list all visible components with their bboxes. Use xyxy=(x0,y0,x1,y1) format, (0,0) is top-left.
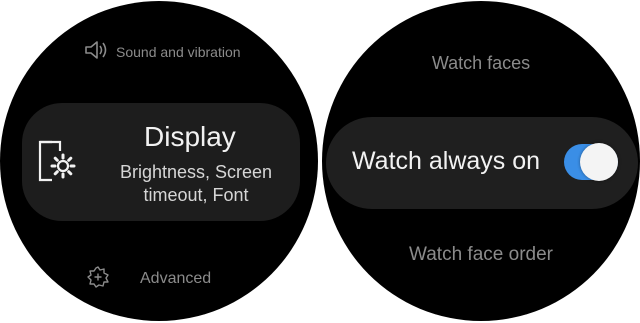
watch-face-order-item[interactable]: Watch face order xyxy=(322,244,640,266)
watch-always-on-toggle[interactable] xyxy=(564,143,618,181)
watch-always-on-label: Watch always on xyxy=(352,147,541,175)
watch-screen-settings: Sound and vibration Display Brightness, … xyxy=(0,1,318,321)
sound-and-vibration-label: Sound and vibration xyxy=(116,44,241,60)
advanced-label: Advanced xyxy=(140,270,212,287)
display-settings-icon xyxy=(36,139,78,183)
display-title: Display xyxy=(144,121,236,152)
watch-faces-item[interactable]: Watch faces xyxy=(322,53,640,74)
speaker-icon xyxy=(84,40,108,65)
watch-always-on-item[interactable]: Watch always on xyxy=(326,117,638,209)
display-subtitle: Brightness, Screen timeout, Font xyxy=(119,162,273,205)
advanced-item[interactable]: Advanced xyxy=(86,265,256,293)
display-item[interactable]: Display Brightness, Screen timeout, Font xyxy=(22,103,300,221)
advanced-gear-icon xyxy=(86,265,110,294)
sound-and-vibration-item[interactable]: Sound and vibration xyxy=(84,39,284,65)
watch-screen-watch-faces: Watch faces Watch always on Watch face o… xyxy=(322,1,640,321)
toggle-knob xyxy=(580,143,618,181)
